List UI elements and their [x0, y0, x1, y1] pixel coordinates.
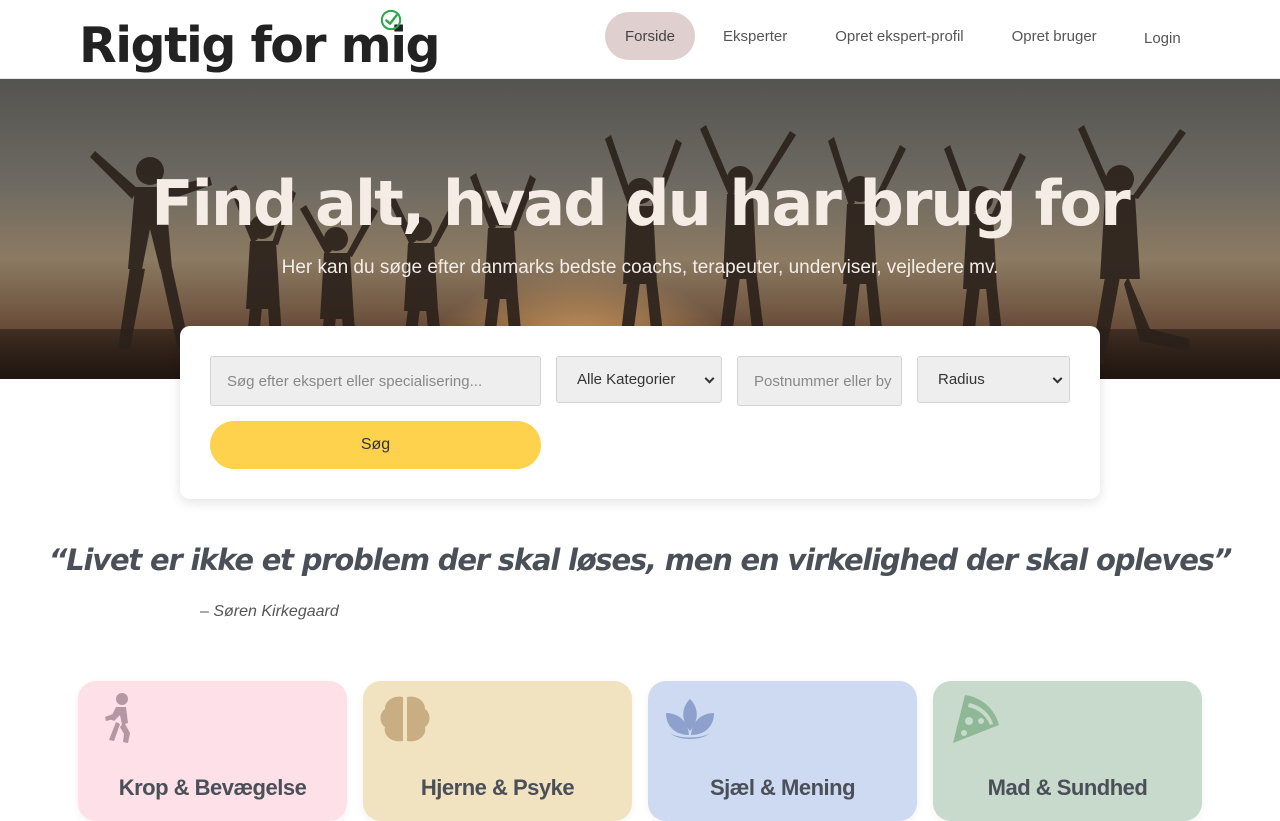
location-input[interactable]: Postnummer eller by: [737, 356, 902, 406]
radius-select-value: Radius: [938, 371, 985, 388]
main-nav: Forside Eksperter Opret ekspert-profil O…: [605, 12, 1117, 60]
category-card-hjerne[interactable]: Hjerne & Psyke: [363, 681, 632, 821]
checkmark-icon: [380, 9, 402, 31]
category-card-mad[interactable]: Mad & Sundhed: [933, 681, 1202, 821]
search-input[interactable]: Søg efter ekspert eller specialisering..…: [210, 356, 541, 406]
category-label: Sjæl & Mening: [709, 775, 856, 800]
category-select[interactable]: Alle Kategorier: [556, 356, 722, 403]
category-label: Mad & Sundhed: [987, 775, 1148, 800]
logo[interactable]: Rigtig for mig: [79, 9, 441, 74]
lotus-icon: [666, 699, 714, 739]
site-header: Rigtig for mig Forside Eksperter Opret e…: [0, 0, 1280, 79]
nav-item-eksperter[interactable]: Eksperter: [703, 12, 807, 60]
search-panel: Søg efter ekspert eller specialisering..…: [180, 326, 1100, 499]
chevron-down-icon: [1052, 373, 1063, 384]
category-select-value: Alle Kategorier: [577, 371, 676, 388]
nav-item-opret-bruger[interactable]: Opret bruger: [992, 12, 1117, 60]
quote-text: “Livet er ikke et problem der skal løses…: [48, 543, 1233, 577]
search-button[interactable]: Søg: [210, 421, 541, 469]
hero-subtitle: Her kan du søge efter danmarks bedste co…: [281, 257, 999, 278]
radius-select[interactable]: Radius: [917, 356, 1070, 403]
category-card-sjael[interactable]: Sjæl & Mening: [648, 681, 917, 821]
quote-author: – Søren Kirkegaard: [200, 603, 339, 620]
nav-item-opret-ekspert-profil[interactable]: Opret ekspert-profil: [815, 12, 983, 60]
category-label: Hjerne & Psyke: [420, 775, 575, 800]
chevron-down-icon: [704, 373, 715, 384]
category-card-krop[interactable]: Krop & Bevægelse: [78, 681, 347, 821]
brain-icon: [380, 696, 430, 742]
pizza-slice-icon: [953, 695, 999, 743]
person-walking-icon: [105, 693, 130, 743]
hero-title: Find alt, hvad du har brug for: [151, 167, 1130, 240]
category-label: Krop & Bevægelse: [118, 775, 307, 800]
nav-item-forside[interactable]: Forside: [605, 12, 696, 60]
login-link[interactable]: Login: [1144, 30, 1181, 47]
